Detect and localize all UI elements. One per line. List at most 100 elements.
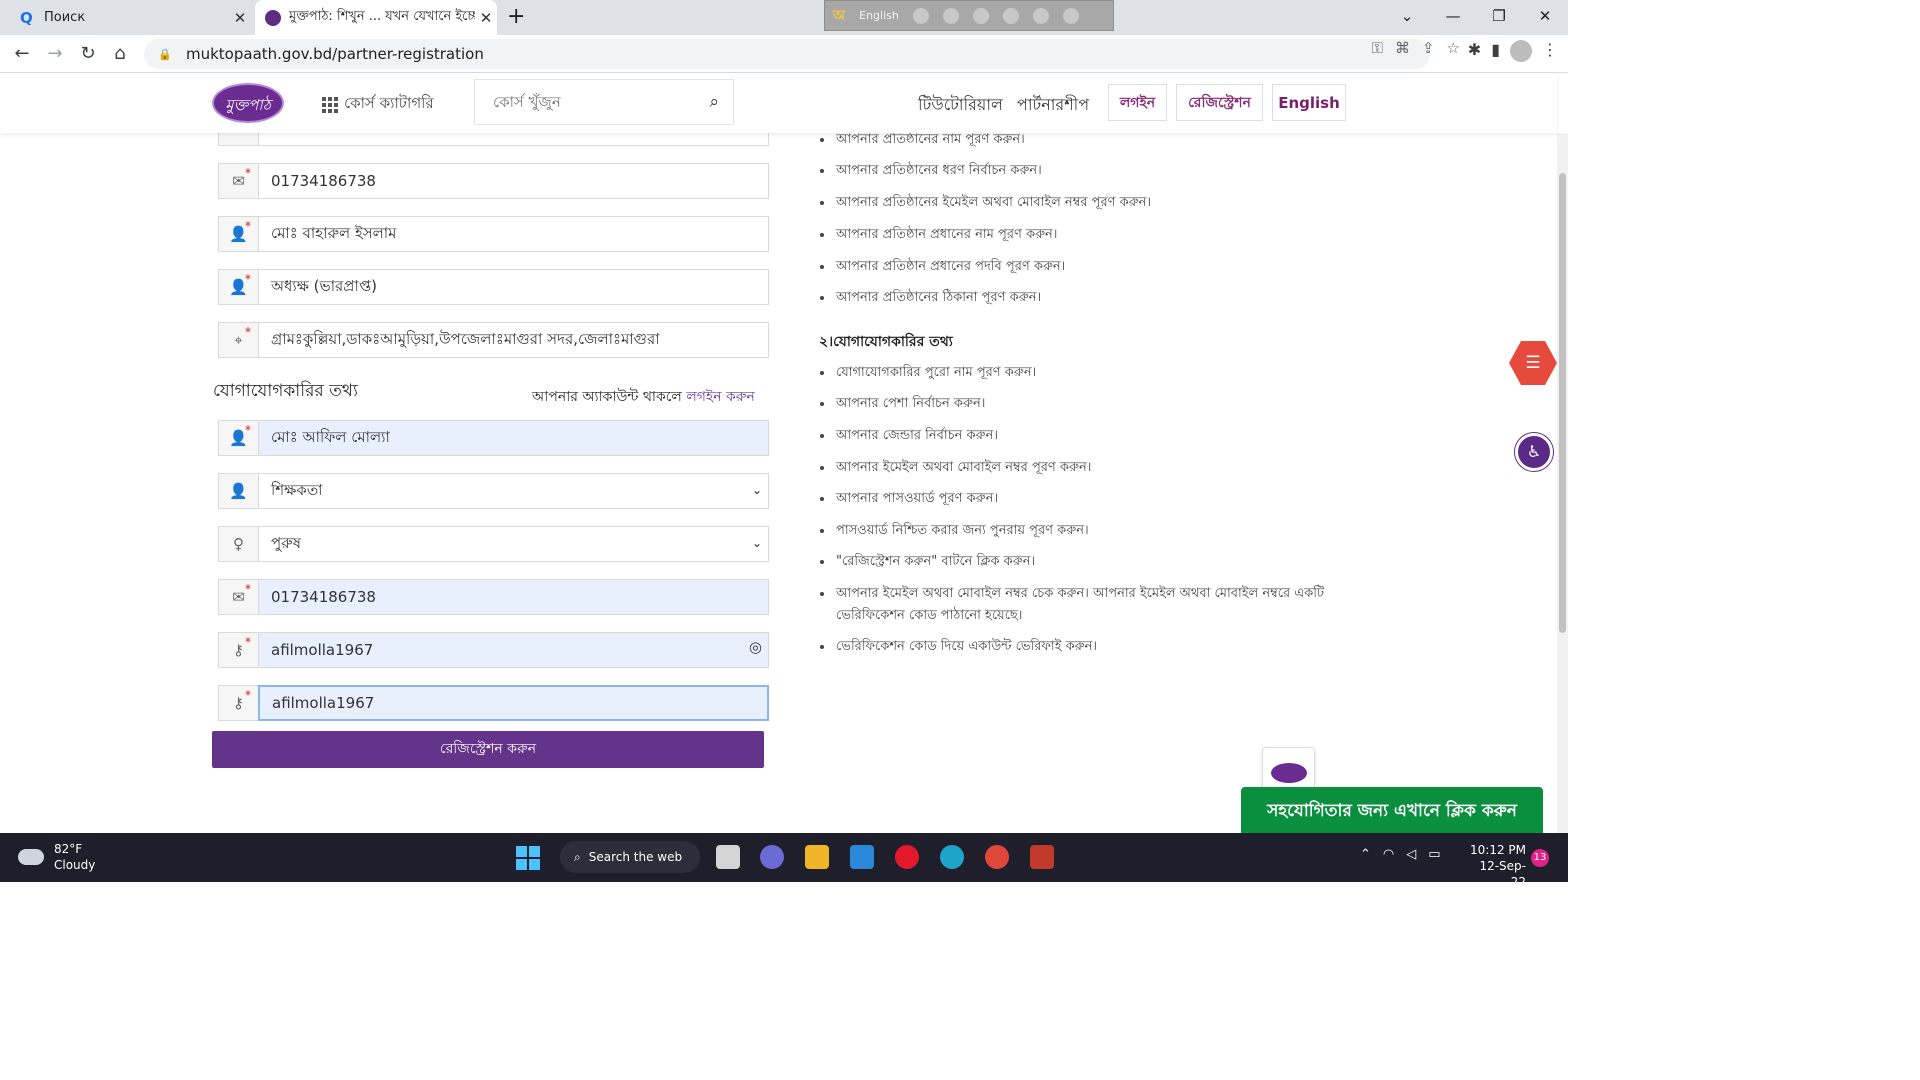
windows-start-icon[interactable]: [516, 846, 540, 870]
settings-icon[interactable]: [972, 7, 989, 24]
info-icon[interactable]: [1062, 7, 1079, 24]
muktopaath-logo[interactable]: মুক্তপাঠ: [212, 83, 284, 123]
page-scrollbar[interactable]: [1557, 133, 1568, 833]
course-search-input[interactable]: [493, 93, 710, 111]
tab-muktopaath[interactable]: মুক্তপাঠ: শিখুন ... যখন যেখানে ইচ্ছে ✕: [255, 0, 497, 35]
menu-icon[interactable]: ⋮: [1542, 40, 1558, 62]
bookmark-star-icon[interactable]: ☆: [1447, 39, 1460, 57]
taskbar-search[interactable]: ⌕ Search the web: [560, 841, 700, 873]
instruction-item: যোগাযোগকারির পুরো নাম পূরণ করুন।: [820, 363, 1036, 384]
weather-widget[interactable]: 82°F Cloudy: [18, 841, 95, 873]
share-icon[interactable]: ⇪: [1422, 39, 1435, 57]
url-text[interactable]: muktopaath.gov.bd/partner-registration: [186, 45, 484, 63]
task-view-icon[interactable]: [716, 845, 740, 869]
avro-keyboard-icon[interactable]: [1030, 845, 1054, 869]
keyboard-icon[interactable]: [912, 7, 929, 24]
language-button[interactable]: English: [1272, 84, 1346, 121]
instruction-item: আপনার প্রতিষ্ঠান প্রধানের পদবি পূরণ করুন…: [820, 257, 1065, 278]
floating-menu-button[interactable]: ☰: [1509, 341, 1557, 385]
search-icon: ⌕: [574, 849, 581, 864]
head-name-field: 👤 * মোঃ বাহারুল ইসলাম: [218, 216, 769, 252]
contact-name-input[interactable]: মোঃ আফিল মোল্যা: [258, 420, 769, 456]
gender-select[interactable]: পুরুষ ⌄: [258, 526, 769, 562]
edge-icon[interactable]: [940, 845, 964, 869]
back-icon[interactable]: ←: [9, 41, 35, 67]
forward-icon[interactable]: →: [42, 41, 68, 67]
accessibility-button[interactable]: ♿: [1515, 433, 1553, 471]
volume-icon[interactable]: ◁: [1406, 847, 1416, 862]
required-mark: *: [245, 166, 251, 180]
register-button[interactable]: রেজিস্ট্রেশন: [1176, 84, 1263, 121]
instruction-item: আপনার প্রতিষ্ঠান প্রধানের নাম পূরণ করুন।: [820, 225, 1057, 246]
course-catalog-menu[interactable]: কোর্স ক্যাটাগরি: [322, 92, 434, 117]
extensions-icon[interactable]: ✱: [1468, 40, 1481, 62]
tab-title: Поиск: [44, 10, 86, 25]
tab-search[interactable]: Q Поиск ✕: [8, 0, 251, 35]
mail-icon[interactable]: [850, 845, 874, 869]
muktopaath-favicon-icon: [265, 9, 281, 26]
login-link[interactable]: লগইন করুন: [686, 389, 755, 405]
tab-title: মুক্তপাঠ: শিখুন ... যখন যেখানে ইচ্ছে: [289, 9, 475, 24]
required-mark: *: [245, 582, 251, 596]
instruction-item: আপনার জেন্ডার নির্বাচন করুন।: [820, 426, 998, 447]
nav-tutorial[interactable]: টিউটোরিয়াল: [918, 92, 1003, 119]
profession-select[interactable]: শিক্ষকতা ⌄: [258, 473, 769, 509]
close-window-icon[interactable]: ✕: [1522, 0, 1568, 32]
key-icon: ⚷ *: [218, 685, 258, 721]
battery-icon[interactable]: ▭: [1428, 847, 1440, 862]
address-bar[interactable]: 🔒 muktopaath.gov.bd/partner-registration: [144, 39, 1430, 69]
ime-language[interactable]: English: [859, 9, 899, 22]
translate-icon[interactable]: ⌘: [1395, 39, 1410, 57]
lock-icon[interactable]: 🔒: [158, 48, 172, 61]
site-header: মুক্তপাঠ কোর্স ক্যাটাগরি ⌕ টিউটোরিয়াল প…: [0, 73, 1557, 133]
restore-icon[interactable]: ❐: [1476, 0, 1522, 32]
eye-slash-icon[interactable]: ◎: [749, 638, 762, 656]
notification-badge[interactable]: 13: [1531, 849, 1549, 867]
file-explorer-icon[interactable]: [805, 845, 829, 869]
minimize-icon[interactable]: —: [1430, 0, 1476, 32]
contact-email-input[interactable]: 01734186738: [258, 579, 769, 615]
login-button[interactable]: লগইন: [1108, 84, 1167, 121]
home-icon[interactable]: ⌂: [107, 41, 133, 67]
scrollbar-thumb[interactable]: [1559, 173, 1566, 633]
password-input[interactable]: afilmolla1967 ◎: [258, 632, 769, 668]
chevron-up-icon[interactable]: ⌃: [1360, 847, 1371, 862]
opera-icon[interactable]: [895, 845, 919, 869]
teams-chat-icon[interactable]: [760, 845, 784, 869]
envelope-icon: ✉ *: [218, 163, 258, 199]
clock-time: 10:12 PM: [1470, 843, 1526, 857]
head-designation-input[interactable]: অধ্যক্ষ (ভারপ্রাপ্ত): [258, 269, 769, 305]
address-input[interactable]: গ্রামঃকুল্লিয়া,ডাকঃআমুড়িয়া,উপজেলাঃমাগ…: [258, 322, 769, 358]
login-hint: আপনার অ্যাকাউন্ট থাকলে লগইন করুন: [532, 385, 755, 409]
contact-instructions-heading: ২।যোগাযোগকারির তথ্য: [819, 334, 953, 350]
profile-avatar[interactable]: [1510, 40, 1532, 62]
wifi-icon[interactable]: ◠: [1383, 847, 1394, 862]
side-panel-icon[interactable]: ▮: [1491, 40, 1500, 62]
ime-logo-icon: অ: [833, 7, 846, 24]
tab-list-icon[interactable]: ⌄: [1384, 0, 1430, 32]
close-tab-icon[interactable]: ✕: [229, 9, 251, 27]
confirm-password-input[interactable]: afilmolla1967: [258, 685, 769, 721]
submit-registration-button[interactable]: রেজিস্ট্রেশন করুন: [212, 731, 764, 768]
new-tab-button[interactable]: +: [507, 4, 525, 29]
course-catalog-label[interactable]: কোর্স ক্যাটাগরি: [344, 92, 434, 117]
help-icon[interactable]: [1032, 7, 1049, 24]
instruction-item: পাসওয়ার্ড নিশ্চিত করার জন্য পুনরায় পূর…: [820, 521, 1089, 542]
reload-icon[interactable]: ↻: [75, 41, 101, 67]
tools-icon[interactable]: [942, 7, 959, 24]
nav-partnership[interactable]: পার্টনারশীপ: [1017, 92, 1089, 119]
edit-icon[interactable]: [1002, 7, 1019, 24]
chrome-icon[interactable]: [985, 845, 1009, 869]
search-icon[interactable]: ⌕: [709, 92, 719, 112]
map-pin-icon: ⌖ *: [218, 322, 258, 358]
toolbar-right: ✱ ▮ ⋮: [1468, 40, 1558, 62]
close-tab-icon[interactable]: ✕: [475, 9, 497, 27]
help-chat-banner[interactable]: সহযোগিতার জন্য এখানে ক্লিক করুন: [1241, 787, 1543, 833]
key-icon[interactable]: ⚿: [1372, 39, 1383, 57]
head-name-input[interactable]: মোঃ বাহারুল ইসলাম: [258, 216, 769, 252]
profession-value: শিক্ষকতা: [271, 480, 323, 499]
cloud-icon: [18, 849, 44, 865]
institution-contact-input[interactable]: 01734186738: [258, 163, 769, 199]
ime-language-bar[interactable]: অ English: [824, 0, 1114, 31]
taskbar-clock[interactable]: 10:12 PM 12-Sep-22: [1470, 842, 1526, 890]
